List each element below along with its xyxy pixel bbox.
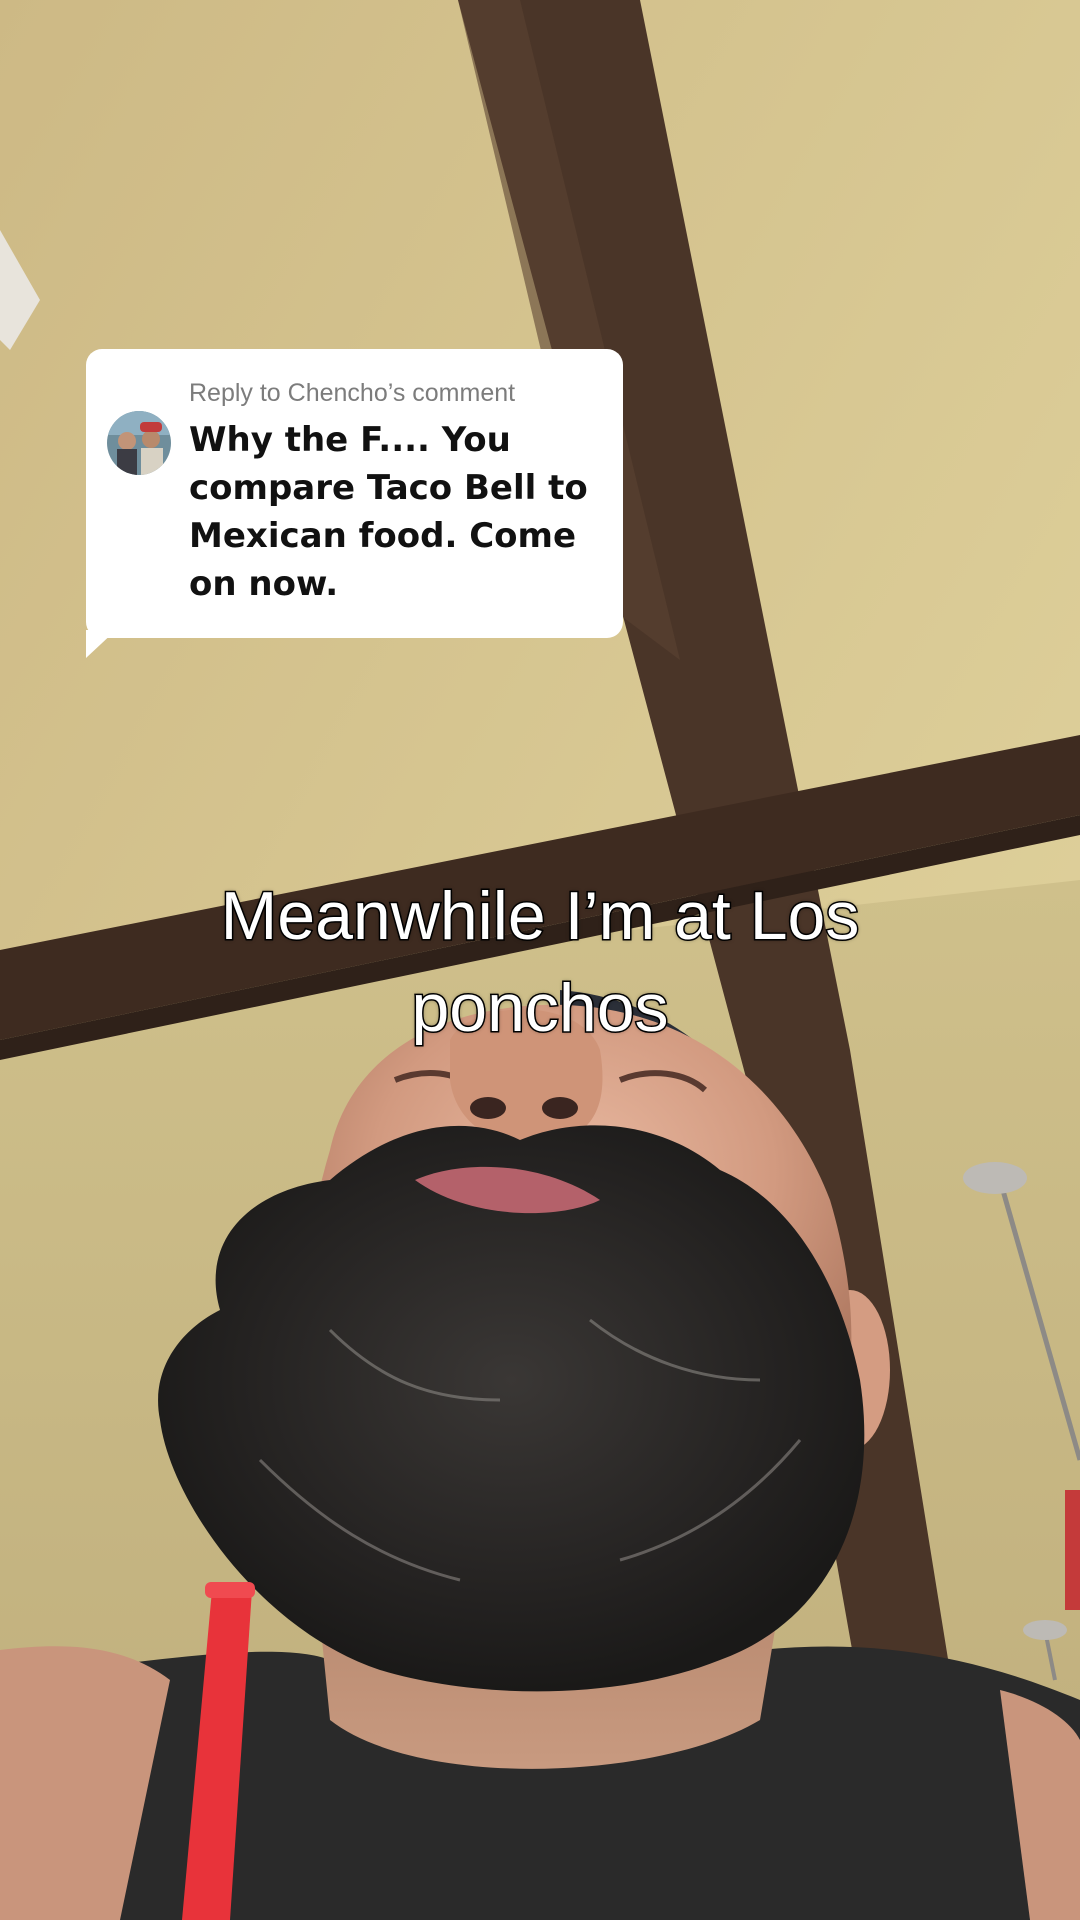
avatar-photo-icon	[107, 411, 171, 475]
reply-comment-text: Why the F.... You compare Taco Bell to M…	[189, 420, 588, 604]
commenter-avatar[interactable]	[107, 411, 171, 475]
reply-comment-card[interactable]: Reply to Chencho’s comment Why the F....…	[86, 349, 623, 638]
pendant-light	[963, 1162, 1027, 1194]
reply-header: Reply to Chencho’s comment	[189, 379, 516, 407]
video-frame: Reply to Chencho’s comment Why the F....…	[0, 0, 1080, 1920]
video-caption: Meanwhile I’m at Los ponchos	[219, 877, 861, 1048]
